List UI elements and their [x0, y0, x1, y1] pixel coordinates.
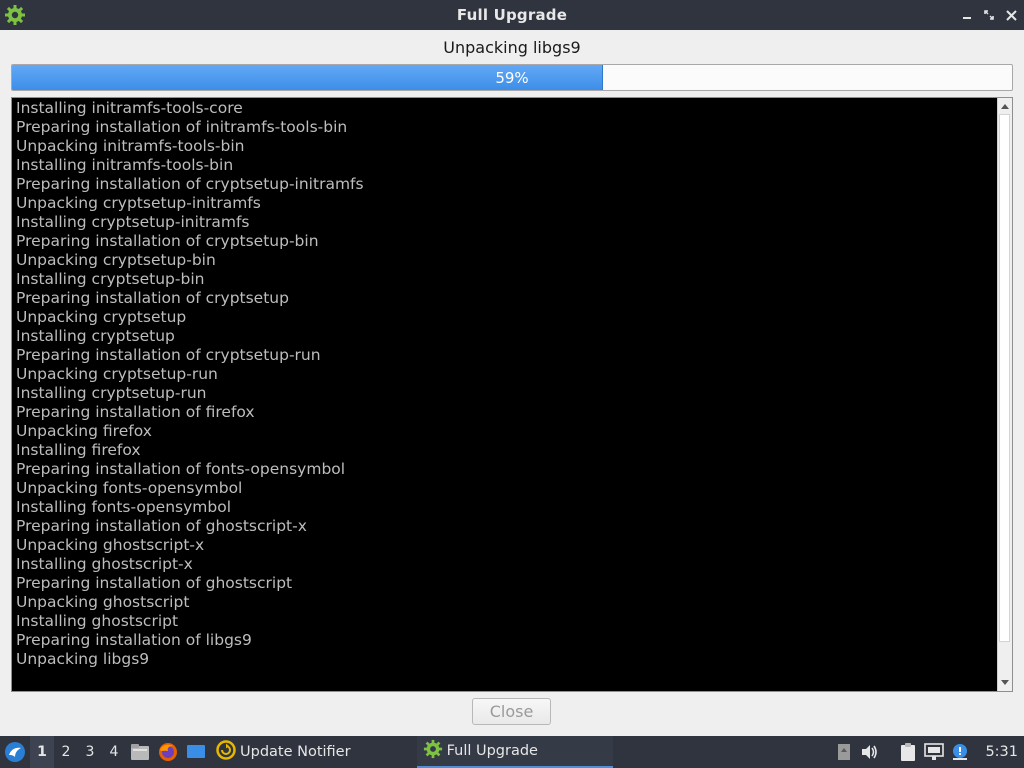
log-view[interactable]: Installing initramfs-tools-core Preparing…	[11, 97, 1013, 692]
log-line: Unpacking cryptsetup	[16, 308, 187, 326]
window-title: Full Upgrade	[456, 6, 568, 24]
update-tray-icon[interactable]	[833, 741, 855, 763]
start-menu-icon[interactable]	[0, 736, 30, 768]
log-line: Installing cryptsetup-initramfs	[16, 213, 250, 231]
file-manager-icon[interactable]	[126, 736, 154, 768]
log-line: Preparing installation of cryptsetup	[16, 289, 289, 307]
log-line: Installing cryptsetup-bin	[16, 270, 205, 288]
desktop-icon[interactable]	[182, 736, 210, 768]
log-text-area[interactable]: Installing initramfs-tools-core Preparing…	[12, 98, 998, 691]
log-line: Unpacking libgs9	[16, 650, 150, 668]
log-line: Preparing installation of cryptsetup-ini…	[16, 175, 364, 193]
workspace-4[interactable]: 4	[102, 736, 126, 768]
log-line: Preparing installation of ghostscript	[16, 574, 293, 592]
notification-icon[interactable]	[949, 741, 971, 763]
close-button[interactable]: Close	[472, 698, 551, 725]
log-line: Preparing installation of initramfs-tool…	[16, 118, 348, 136]
clock[interactable]: 5:31	[975, 744, 1018, 760]
task-update-notifier[interactable]: Update Notifier	[210, 736, 357, 768]
progress-label: 59%	[495, 68, 529, 87]
task-full-upgrade[interactable]: Full Upgrade	[416, 736, 613, 768]
window-controls	[960, 0, 1018, 30]
gear-icon	[4, 4, 26, 26]
log-line: Installing fonts-opensymbol	[16, 498, 232, 516]
log-line: Unpacking cryptsetup-initramfs	[16, 194, 261, 212]
log-line: Installing ghostscript	[16, 612, 179, 630]
scroll-up-icon[interactable]	[998, 99, 1012, 113]
workspace-2[interactable]: 2	[54, 736, 78, 768]
maximize-icon[interactable]	[982, 8, 996, 22]
log-scrollbar[interactable]	[997, 98, 1012, 691]
scroll-thumb[interactable]	[999, 114, 1010, 642]
scroll-down-icon[interactable]	[998, 676, 1012, 690]
firefox-icon[interactable]	[154, 736, 182, 768]
log-line: Installing initramfs-tools-core	[16, 99, 243, 117]
upgrade-dialog: Unpacking libgs9 59% Installing initramf…	[0, 30, 1024, 736]
window-titlebar[interactable]: Full Upgrade	[0, 0, 1024, 30]
workspace-1[interactable]: 1	[30, 736, 54, 768]
taskbar: 1 2 3 4 Update Notifier Full Upgrade 5:3…	[0, 736, 1024, 768]
log-line: Preparing installation of libgs9	[16, 631, 252, 649]
status-label: Unpacking libgs9	[443, 38, 581, 57]
log-line: Installing firefox	[16, 441, 141, 459]
gear-icon	[423, 739, 443, 763]
task-label: Full Upgrade	[446, 743, 538, 759]
volume-icon[interactable]	[859, 741, 881, 763]
log-line: Installing cryptsetup	[16, 327, 175, 345]
clipboard-icon[interactable]	[897, 741, 919, 763]
close-icon[interactable]	[1004, 8, 1018, 22]
log-line: Unpacking cryptsetup-run	[16, 365, 218, 383]
log-line: Installing cryptsetup-run	[16, 384, 207, 402]
log-line: Preparing installation of cryptsetup-bin	[16, 232, 319, 250]
log-line: Installing ghostscript-x	[16, 555, 193, 573]
workspace-3[interactable]: 3	[78, 736, 102, 768]
minimize-icon[interactable]	[960, 8, 974, 22]
log-line: Preparing installation of fonts-opensymb…	[16, 460, 346, 478]
log-line: Preparing installation of firefox	[16, 403, 255, 421]
log-line: Preparing installation of ghostscript-x	[16, 517, 307, 535]
progress-bar: 59%	[11, 64, 1013, 91]
log-line: Unpacking fonts-opensymbol	[16, 479, 243, 497]
log-line: Unpacking cryptsetup-bin	[16, 251, 216, 269]
update-notifier-icon	[216, 740, 236, 764]
log-line: Preparing installation of cryptsetup-run	[16, 346, 321, 364]
network-icon[interactable]	[923, 741, 945, 763]
log-line: Unpacking firefox	[16, 422, 152, 440]
log-line: Unpacking initramfs-tools-bin	[16, 137, 245, 155]
log-line: Unpacking ghostscript	[16, 593, 190, 611]
system-tray: 5:31	[833, 736, 1024, 768]
log-line: Unpacking ghostscript-x	[16, 536, 205, 554]
log-line: Installing initramfs-tools-bin	[16, 156, 234, 174]
task-label: Update Notifier	[240, 744, 351, 760]
